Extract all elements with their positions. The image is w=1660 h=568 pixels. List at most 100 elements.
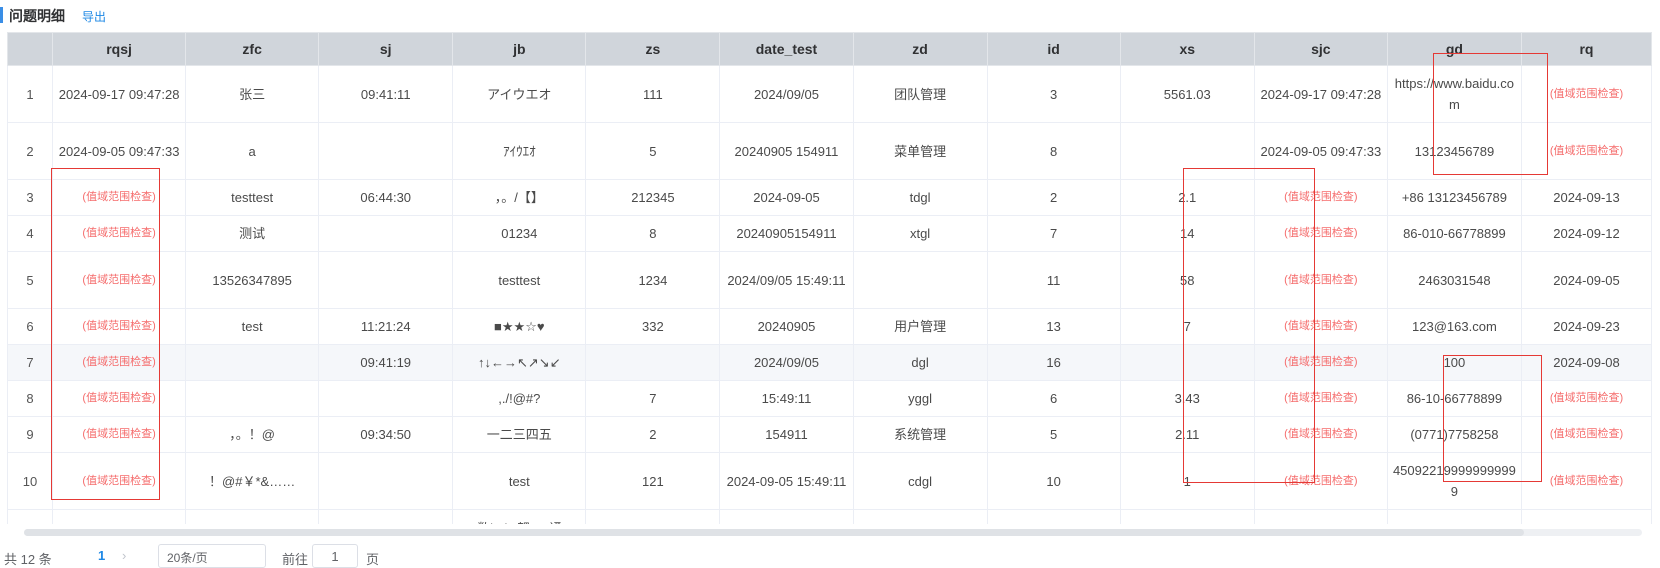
cell-id: 8 [986,122,1121,180]
column-header-zfc[interactable]: zfc [185,32,320,66]
cell-rqsj: (值域范围检查) [52,308,187,345]
cell-zfc: 测试 [185,215,320,252]
cell-sjc: (值域范围检查) [1253,452,1388,510]
data-table-container: rqsj zfc sj jb zs date_test zd id xs sjc… [7,32,1652,524]
cell-rq: 2024-09-08 [1520,344,1652,381]
column-header-id[interactable]: id [986,32,1121,66]
cell-index: 8 [7,380,54,417]
section-title: 问题明细 [9,8,65,24]
table-row[interactable]: □数baiH勰□I□谲9 [7,509,1652,524]
cell-gd: 86-010-66778899 [1386,215,1522,252]
table-body: 1 2024-09-17 09:47:28 张三 09:41:11 アイウエオ 111 20… [7,65,1652,524]
table-row[interactable]: 4 (值域范围检查) 测试 01234 8 20240905154911 xtgl 7 14 (值… [7,215,1652,252]
cell-zs: 8 [585,215,721,252]
column-header-rq[interactable]: rq [1520,32,1652,66]
cell-date-test: 20240905 154911 [719,122,854,180]
cell-gd: 86-10-66778899 [1386,380,1522,417]
cell-gd: 2463031548 [1386,251,1522,309]
cell-index: 5 [7,251,54,309]
column-header-sj[interactable]: sj [318,32,454,66]
column-header-date-test[interactable]: date_test [719,32,854,66]
column-header-jb[interactable]: jb [452,32,587,66]
cell-gd: +86 13123456789 [1386,179,1522,216]
cell-xs [1119,122,1255,180]
cell-zd: 菜单管理 [852,122,988,180]
cell-id: 3 [986,65,1121,123]
cell-jb: 一二三四五 [452,416,587,453]
cell-zs: 111 [585,65,721,123]
cell-jb: アイウエオ [452,65,587,123]
horizontal-scrollbar[interactable] [24,529,1642,536]
cell-jb: ｱｲｳｴｵ [452,122,587,180]
cell-sjc: (值域范围检查) [1253,308,1388,345]
pagination: 共 12 条 1 › 20条/页 前往 1 页 [0,544,1660,568]
cell-zs [585,344,721,381]
cell-index [7,509,54,524]
cell-rqsj: (值域范围检查) [52,380,187,417]
cell-zd: tdgl [852,179,988,216]
cell-date-test: 20240905 [719,308,854,345]
cell-index: 2 [7,122,54,180]
cell-rqsj: 2024-09-17 09:47:28 [52,65,187,123]
table-row[interactable]: 2 2024-09-05 09:47:33 a ｱｲｳｴｵ 5 20240905 1549… [7,122,1652,180]
cell-index: 4 [7,215,54,252]
page-size-select[interactable]: 20条/页 [158,544,266,568]
cell-zfc [185,380,320,417]
cell-rq: 2024-09-05 [1520,251,1652,309]
cell-date-test: 15:49:11 [719,380,854,417]
table-row[interactable]: 3 (值域范围检查) testtest 06:44:30 ，。/【】 212345 2024… [7,179,1652,216]
cell-zs: 5 [585,122,721,180]
table-header-row: rqsj zfc sj jb zs date_test zd id xs sjc… [7,32,1652,66]
cell-id: 7 [986,215,1121,252]
cell-zs: 121 [585,452,721,510]
export-link[interactable]: 导出 [82,8,106,25]
current-page[interactable]: 1 [98,548,105,563]
cell-jb: ，。/【】 [452,179,587,216]
cell-jb: ↑↓←→↖↗↘↙ [452,344,587,381]
section-header: 问题明细 导出 [0,0,1660,32]
cell-date-test: 2024-09-05 [719,179,854,216]
cell-zfc [185,344,320,381]
table-row[interactable]: 7 (值域范围检查) 09:41:19 ↑↓←→↖↗↘↙ 2024/09/05 dgl 16… [7,344,1652,381]
cell-zfc: 13526347895 [185,251,320,309]
cell-jb: ,./!@#? [452,380,587,417]
cell-zfc: ，。！@ [185,416,320,453]
cell-xs: 1 [1119,452,1255,510]
cell-rq: 2024-09-12 [1520,215,1652,252]
cell-zs: 2 [585,416,721,453]
cell-index: 1 [7,65,54,123]
column-header-rqsj[interactable]: rqsj [52,32,187,66]
goto-page-input[interactable]: 1 [312,544,358,568]
column-header-zs[interactable]: zs [585,32,721,66]
cell-zs: 332 [585,308,721,345]
column-header-zd[interactable]: zd [852,32,988,66]
cell-sj [318,380,454,417]
cell-index: 7 [7,344,54,381]
table-row[interactable]: 8 (值域范围检查) ,./!@#? 7 15:49:11 yggl 6 3.43 (值域范围检… [7,380,1652,417]
cell-rqsj: (值域范围检查) [52,251,187,309]
table-row[interactable]: 5 (值域范围检查) 13526347895 testtest 1234 2024/09/… [7,251,1652,309]
cell-sj [318,215,454,252]
column-header-xs[interactable]: xs [1119,32,1255,66]
cell-rqsj [52,509,187,524]
table-row[interactable]: 9 (值域范围检查) ，。！@ 09:34:50 一二三四五 2 154911 系统管理 5 2.… [7,416,1652,453]
cell-xs [1119,509,1255,524]
next-page-icon[interactable]: › [122,548,126,563]
cell-zs [585,509,721,524]
cell-xs: 14 [1119,215,1255,252]
cell-zd: dgl [852,344,988,381]
cell-id: 6 [986,380,1121,417]
table-row[interactable]: 6 (值域范围检查) test 11:21:24 ■★★☆♥ 332 20240905 用户管… [7,308,1652,345]
column-header-sjc[interactable]: sjc [1253,32,1388,66]
cell-sj [318,251,454,309]
column-header-gd[interactable]: gd [1386,32,1522,66]
cell-sj: 09:41:19 [318,344,454,381]
cell-rq: (值域范围检查) [1520,122,1652,180]
cell-sjc: (值域范围检查) [1253,344,1388,381]
problem-detail-table: rqsj zfc sj jb zs date_test zd id xs sjc… [7,32,1652,524]
cell-rqsj: 2024-09-05 09:47:33 [52,122,187,180]
scrollbar-thumb[interactable] [24,529,1524,536]
table-row[interactable]: 1 2024-09-17 09:47:28 张三 09:41:11 アイウエオ 111 20… [7,65,1652,123]
table-row[interactable]: 10 (值域范围检查) ！@#￥*&…… test 121 2024-09-05 15:4… [7,452,1652,510]
cell-zd: 团队管理 [852,65,988,123]
